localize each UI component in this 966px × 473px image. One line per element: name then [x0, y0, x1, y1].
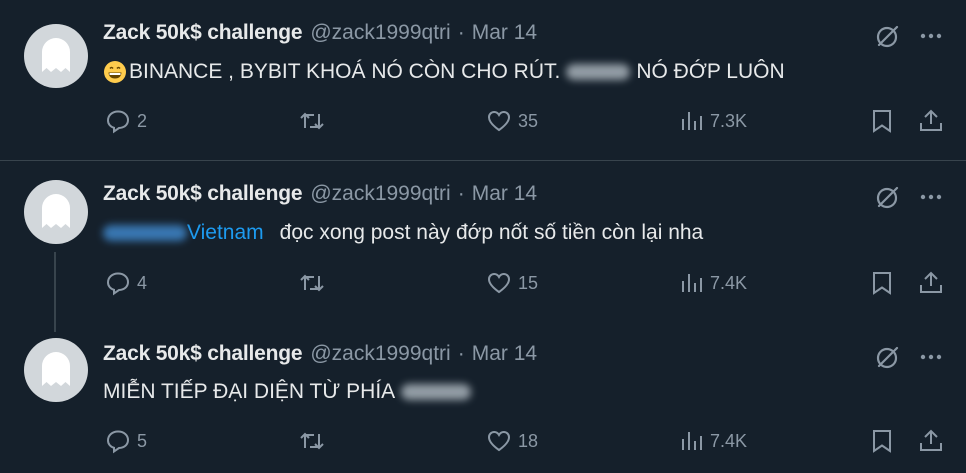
display-name[interactable]: Zack 50k$ challenge — [103, 182, 303, 206]
reply-button[interactable]: 5 — [105, 428, 147, 454]
heart-icon — [487, 430, 511, 452]
heart-icon — [487, 110, 511, 132]
more-icon[interactable] — [917, 344, 945, 370]
share-button[interactable] — [918, 270, 944, 296]
grinning-emoji-icon — [104, 61, 126, 83]
avatar[interactable] — [24, 24, 88, 88]
reply-button[interactable]: 2 — [105, 108, 147, 134]
tweet-date[interactable]: Mar 14 — [472, 342, 537, 366]
repost-icon — [300, 432, 324, 450]
mention-suffix: Vietnam — [187, 221, 264, 244]
like-button[interactable]: 18 — [486, 428, 538, 454]
like-button[interactable]: 15 — [486, 270, 538, 296]
share-icon — [920, 271, 942, 293]
bookmark-icon — [873, 110, 891, 133]
views-button[interactable]: 7.3K — [680, 108, 747, 134]
more-icon[interactable] — [917, 23, 945, 49]
user-handle[interactable]: @zack1999qtri — [310, 342, 450, 366]
reply-button[interactable]: 4 — [105, 270, 147, 296]
reply-icon — [106, 110, 130, 134]
user-handle[interactable]: @zack1999qtri — [310, 182, 450, 206]
tweet-date[interactable]: Mar 14 — [472, 21, 537, 45]
tweet-text-body: đọc xong post này đớp nốt số tiền còn lạ… — [279, 221, 704, 244]
bookmark-icon — [873, 272, 891, 295]
grok-icon[interactable] — [875, 184, 901, 210]
separator-dot: · — [457, 342, 465, 365]
views-count: 7.3K — [710, 110, 748, 131]
views-count: 7.4K — [710, 272, 748, 293]
more-icon[interactable] — [917, 184, 945, 210]
tweet-3[interactable]: Zack 50k$ challenge @zack1999qtri · Mar … — [0, 332, 966, 473]
grok-icon[interactable] — [875, 344, 901, 370]
views-icon — [682, 432, 702, 450]
reply-icon — [106, 272, 130, 296]
tweet-header: Zack 50k$ challenge @zack1999qtri · Mar … — [103, 340, 537, 368]
like-count: 35 — [518, 110, 539, 131]
heart-icon — [487, 272, 511, 294]
reply-count: 4 — [137, 272, 148, 293]
views-count: 7.4K — [710, 430, 748, 451]
repost-button[interactable] — [298, 428, 332, 454]
tweet-text: Vietnam đọc xong post này đớp nốt số tiề… — [103, 218, 703, 248]
share-button[interactable] — [918, 428, 944, 454]
bookmark-button[interactable] — [870, 108, 894, 134]
ghost-avatar-icon — [42, 352, 70, 386]
tweet-text-body: MIỄN TIẾP ĐẠI DIỆN TỪ PHÍA — [103, 380, 396, 403]
display-name[interactable]: Zack 50k$ challenge — [103, 342, 303, 366]
reply-icon — [106, 430, 130, 454]
reply-count: 5 — [137, 430, 148, 451]
tweet-text-part-1: BINANCE , BYBIT KHOÁ NÓ CÒN CHO RÚT. — [129, 60, 561, 83]
share-icon — [920, 109, 942, 131]
tweet-text-part-2: NÓ ĐỚP LUÔN — [636, 60, 785, 83]
tweet-2[interactable]: Zack 50k$ challenge @zack1999qtri · Mar … — [0, 162, 966, 332]
separator-dot: · — [457, 21, 465, 44]
tweet-header: Zack 50k$ challenge @zack1999qtri · Mar … — [103, 180, 537, 208]
avatar[interactable] — [24, 338, 88, 402]
tweet-actions: 4 15 7.4K — [0, 270, 966, 300]
user-handle[interactable]: @zack1999qtri — [310, 21, 450, 45]
tweet-actions: 5 18 7.4K — [0, 428, 966, 458]
redacted-text — [401, 384, 472, 400]
repost-button[interactable] — [298, 108, 332, 134]
bookmark-button[interactable] — [870, 428, 894, 454]
repost-icon — [300, 112, 324, 130]
like-count: 15 — [518, 272, 539, 293]
repost-button[interactable] — [298, 270, 332, 296]
mention-link[interactable]: Vietnam — [103, 221, 264, 245]
repost-icon — [300, 274, 324, 292]
ghost-avatar-icon — [42, 38, 70, 72]
grok-icon[interactable] — [875, 23, 901, 49]
ghost-avatar-icon — [42, 194, 70, 228]
reply-count: 2 — [137, 110, 148, 131]
views-icon — [682, 274, 702, 292]
tweet-header: Zack 50k$ challenge @zack1999qtri · Mar … — [103, 19, 537, 47]
bookmark-icon — [873, 430, 891, 453]
tweet-1[interactable]: Zack 50k$ challenge @zack1999qtri · Mar … — [0, 0, 966, 161]
tweet-actions: 2 35 7.3K — [0, 108, 966, 138]
tweet-date[interactable]: Mar 14 — [472, 182, 537, 206]
display-name[interactable]: Zack 50k$ challenge — [103, 21, 303, 45]
share-icon — [920, 429, 942, 451]
redacted-mention — [103, 225, 187, 241]
share-button[interactable] — [918, 108, 944, 134]
views-button[interactable]: 7.4K — [680, 428, 747, 454]
like-count: 18 — [518, 430, 539, 451]
tweet-text: BINANCE , BYBIT KHOÁ NÓ CÒN CHO RÚT. NÓ … — [103, 57, 785, 87]
tweet-text: MIỄN TIẾP ĐẠI DIỆN TỪ PHÍA — [103, 377, 477, 407]
avatar[interactable] — [24, 180, 88, 244]
like-button[interactable]: 35 — [486, 108, 538, 134]
views-button[interactable]: 7.4K — [680, 270, 747, 296]
bookmark-button[interactable] — [870, 270, 894, 296]
views-icon — [682, 112, 702, 130]
separator-dot: · — [457, 182, 465, 205]
redacted-text — [566, 64, 631, 80]
